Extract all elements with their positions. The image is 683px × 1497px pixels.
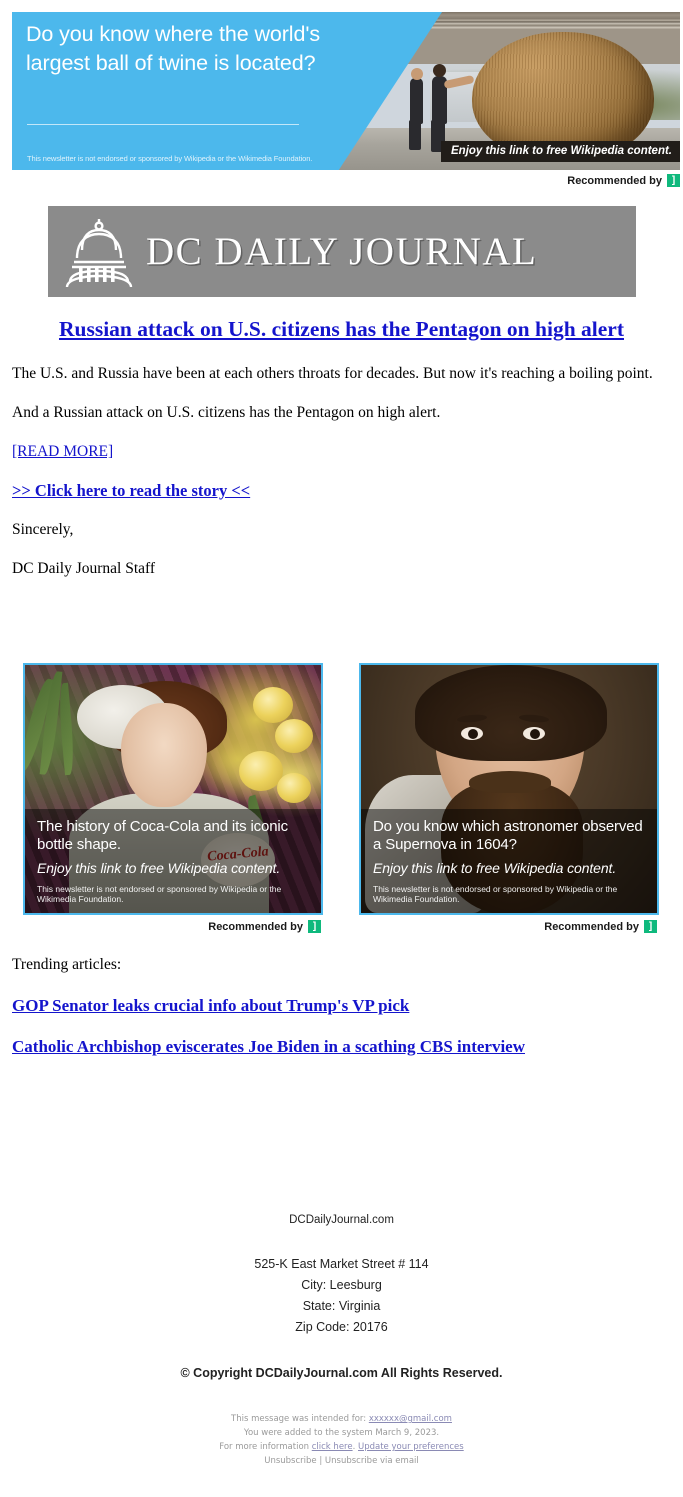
article-body: Russian attack on U.S. citizens has the …	[12, 316, 671, 598]
yellow-rose	[275, 719, 313, 753]
sponsored-card-supernova[interactable]: Do you know which astronomer observed a …	[359, 663, 659, 933]
signature-text: DC Daily Journal Staff	[12, 560, 156, 577]
recommended-by-label: Recommended by	[567, 174, 662, 187]
footer-zip: Zip Code: 20176	[295, 1320, 388, 1334]
astronomer-hair	[415, 665, 607, 761]
top-ad-recommended-by[interactable]: Recommended by ]	[12, 174, 680, 187]
sponsored-card-coca-cola[interactable]: Coca-Cola The history of Coca-Cola and i…	[23, 663, 323, 933]
footer-copyright: © Copyright DCDailyJournal.com All Right…	[180, 1366, 503, 1380]
card-recommended-by[interactable]: Recommended by ]	[359, 920, 659, 933]
legal-footer-block: This message was intended for: xxxxxx@gm…	[0, 1412, 683, 1468]
yellow-rose	[277, 773, 311, 803]
outbrain-logo-icon: ]	[667, 174, 680, 187]
article-paragraph-1: The U.S. and Russia have been at each ot…	[12, 365, 653, 382]
click-here-link[interactable]: click here	[312, 1442, 353, 1452]
trending-link-1[interactable]: GOP Senator leaks crucial info about Tru…	[12, 995, 409, 1017]
left-pupil	[468, 729, 478, 739]
astronomer-moustache	[469, 771, 551, 793]
ad-disclaimer: This newsletter is not endorsed or spons…	[37, 884, 282, 904]
recommended-by-label: Recommended by	[208, 920, 303, 933]
update-preferences-link[interactable]: Update your preferences	[358, 1442, 464, 1452]
recommended-by-label: Recommended by	[544, 920, 639, 933]
footer-site-name: DCDailyJournal.com	[289, 1214, 394, 1226]
trending-articles-section: Trending articles: GOP Senator leaks cru…	[12, 955, 671, 1077]
article-paragraph-2: And a Russian attack on U.S. citizens ha…	[12, 404, 441, 421]
footer-city: City: Leesburg	[301, 1278, 382, 1292]
astronomer-ad-image[interactable]: Do you know which astronomer observed a …	[359, 663, 659, 915]
supernova-ad-overlay: Do you know which astronomer observed a …	[361, 809, 657, 913]
unsubscribe-line[interactable]: Unsubscribe | Unsubscribe via email	[0, 1454, 683, 1468]
top-ad-creative[interactable]: Do you know where the world's largest ba…	[12, 12, 680, 170]
visitor-one-legs	[409, 120, 421, 150]
visitor-one-head	[411, 68, 423, 80]
ad-disclaimer: This newsletter is not endorsed or spons…	[373, 884, 618, 904]
visitor-one-body	[410, 78, 423, 124]
right-pupil	[530, 729, 540, 739]
card-recommended-by[interactable]: Recommended by ]	[23, 920, 323, 933]
outbrain-logo-icon: ]	[308, 920, 321, 933]
added-date-line: You were added to the system March 9, 20…	[243, 1428, 440, 1438]
woman-face	[121, 703, 207, 807]
yellow-rose	[253, 687, 293, 723]
outbrain-logo-icon: ]	[644, 920, 657, 933]
intended-for-label: This message was intended for:	[231, 1414, 369, 1424]
trending-link-2[interactable]: Catholic Archbishop eviscerates Joe Bide…	[12, 1036, 525, 1058]
ad-title: Do you know which astronomer observed a …	[373, 818, 643, 853]
article-headline-link[interactable]: Russian attack on U.S. citizens has the …	[12, 316, 671, 342]
recipient-email-link[interactable]: xxxxxx@gmail.com	[369, 1414, 452, 1424]
footer-street-address: 525-K East Market Street # 114	[254, 1257, 429, 1271]
read-more-link[interactable]: [READ MORE]	[12, 442, 113, 462]
sponsored-cards-row: Coca-Cola The history of Coca-Cola and i…	[23, 663, 660, 933]
masthead-title: DC DAILY JOURNAL	[146, 230, 538, 273]
intended-for-line: This message was intended for: xxxxxx@gm…	[0, 1412, 683, 1426]
footer-state: State: Virginia	[302, 1299, 381, 1313]
footer-block: DCDailyJournal.com 525-K East Market Str…	[0, 1212, 683, 1382]
coca-cola-ad-overlay: The history of Coca-Cola and its iconic …	[25, 809, 321, 913]
capitol-dome-icon	[62, 214, 136, 290]
signoff-text: Sincerely,	[12, 521, 74, 538]
coca-cola-ad-image[interactable]: Coca-Cola The history of Coca-Cola and i…	[23, 663, 323, 915]
ad-subtitle: Enjoy this link to free Wikipedia conten…	[37, 860, 281, 876]
top-ad-headline: Do you know where the world's largest ba…	[26, 22, 320, 75]
click-here-story-link[interactable]: >> Click here to read the story <<	[12, 481, 250, 501]
top-ad-disclaimer: This newsletter is not endorsed or spons…	[27, 154, 313, 163]
masthead-banner: DC DAILY JOURNAL	[48, 206, 636, 297]
trending-label: Trending articles:	[12, 956, 122, 973]
more-info-label: For more information	[219, 1442, 312, 1452]
top-ad-divider	[27, 124, 299, 125]
ad-title: The history of Coca-Cola and its iconic …	[37, 818, 288, 853]
ad-subtitle: Enjoy this link to free Wikipedia conten…	[373, 860, 617, 876]
more-info-line: For more information click here. Update …	[0, 1440, 683, 1454]
top-sponsored-ad[interactable]: Do you know where the world's largest ba…	[12, 12, 680, 170]
visitor-two-head	[433, 64, 446, 77]
top-ad-enjoy-strip: Enjoy this link to free Wikipedia conten…	[441, 141, 680, 162]
